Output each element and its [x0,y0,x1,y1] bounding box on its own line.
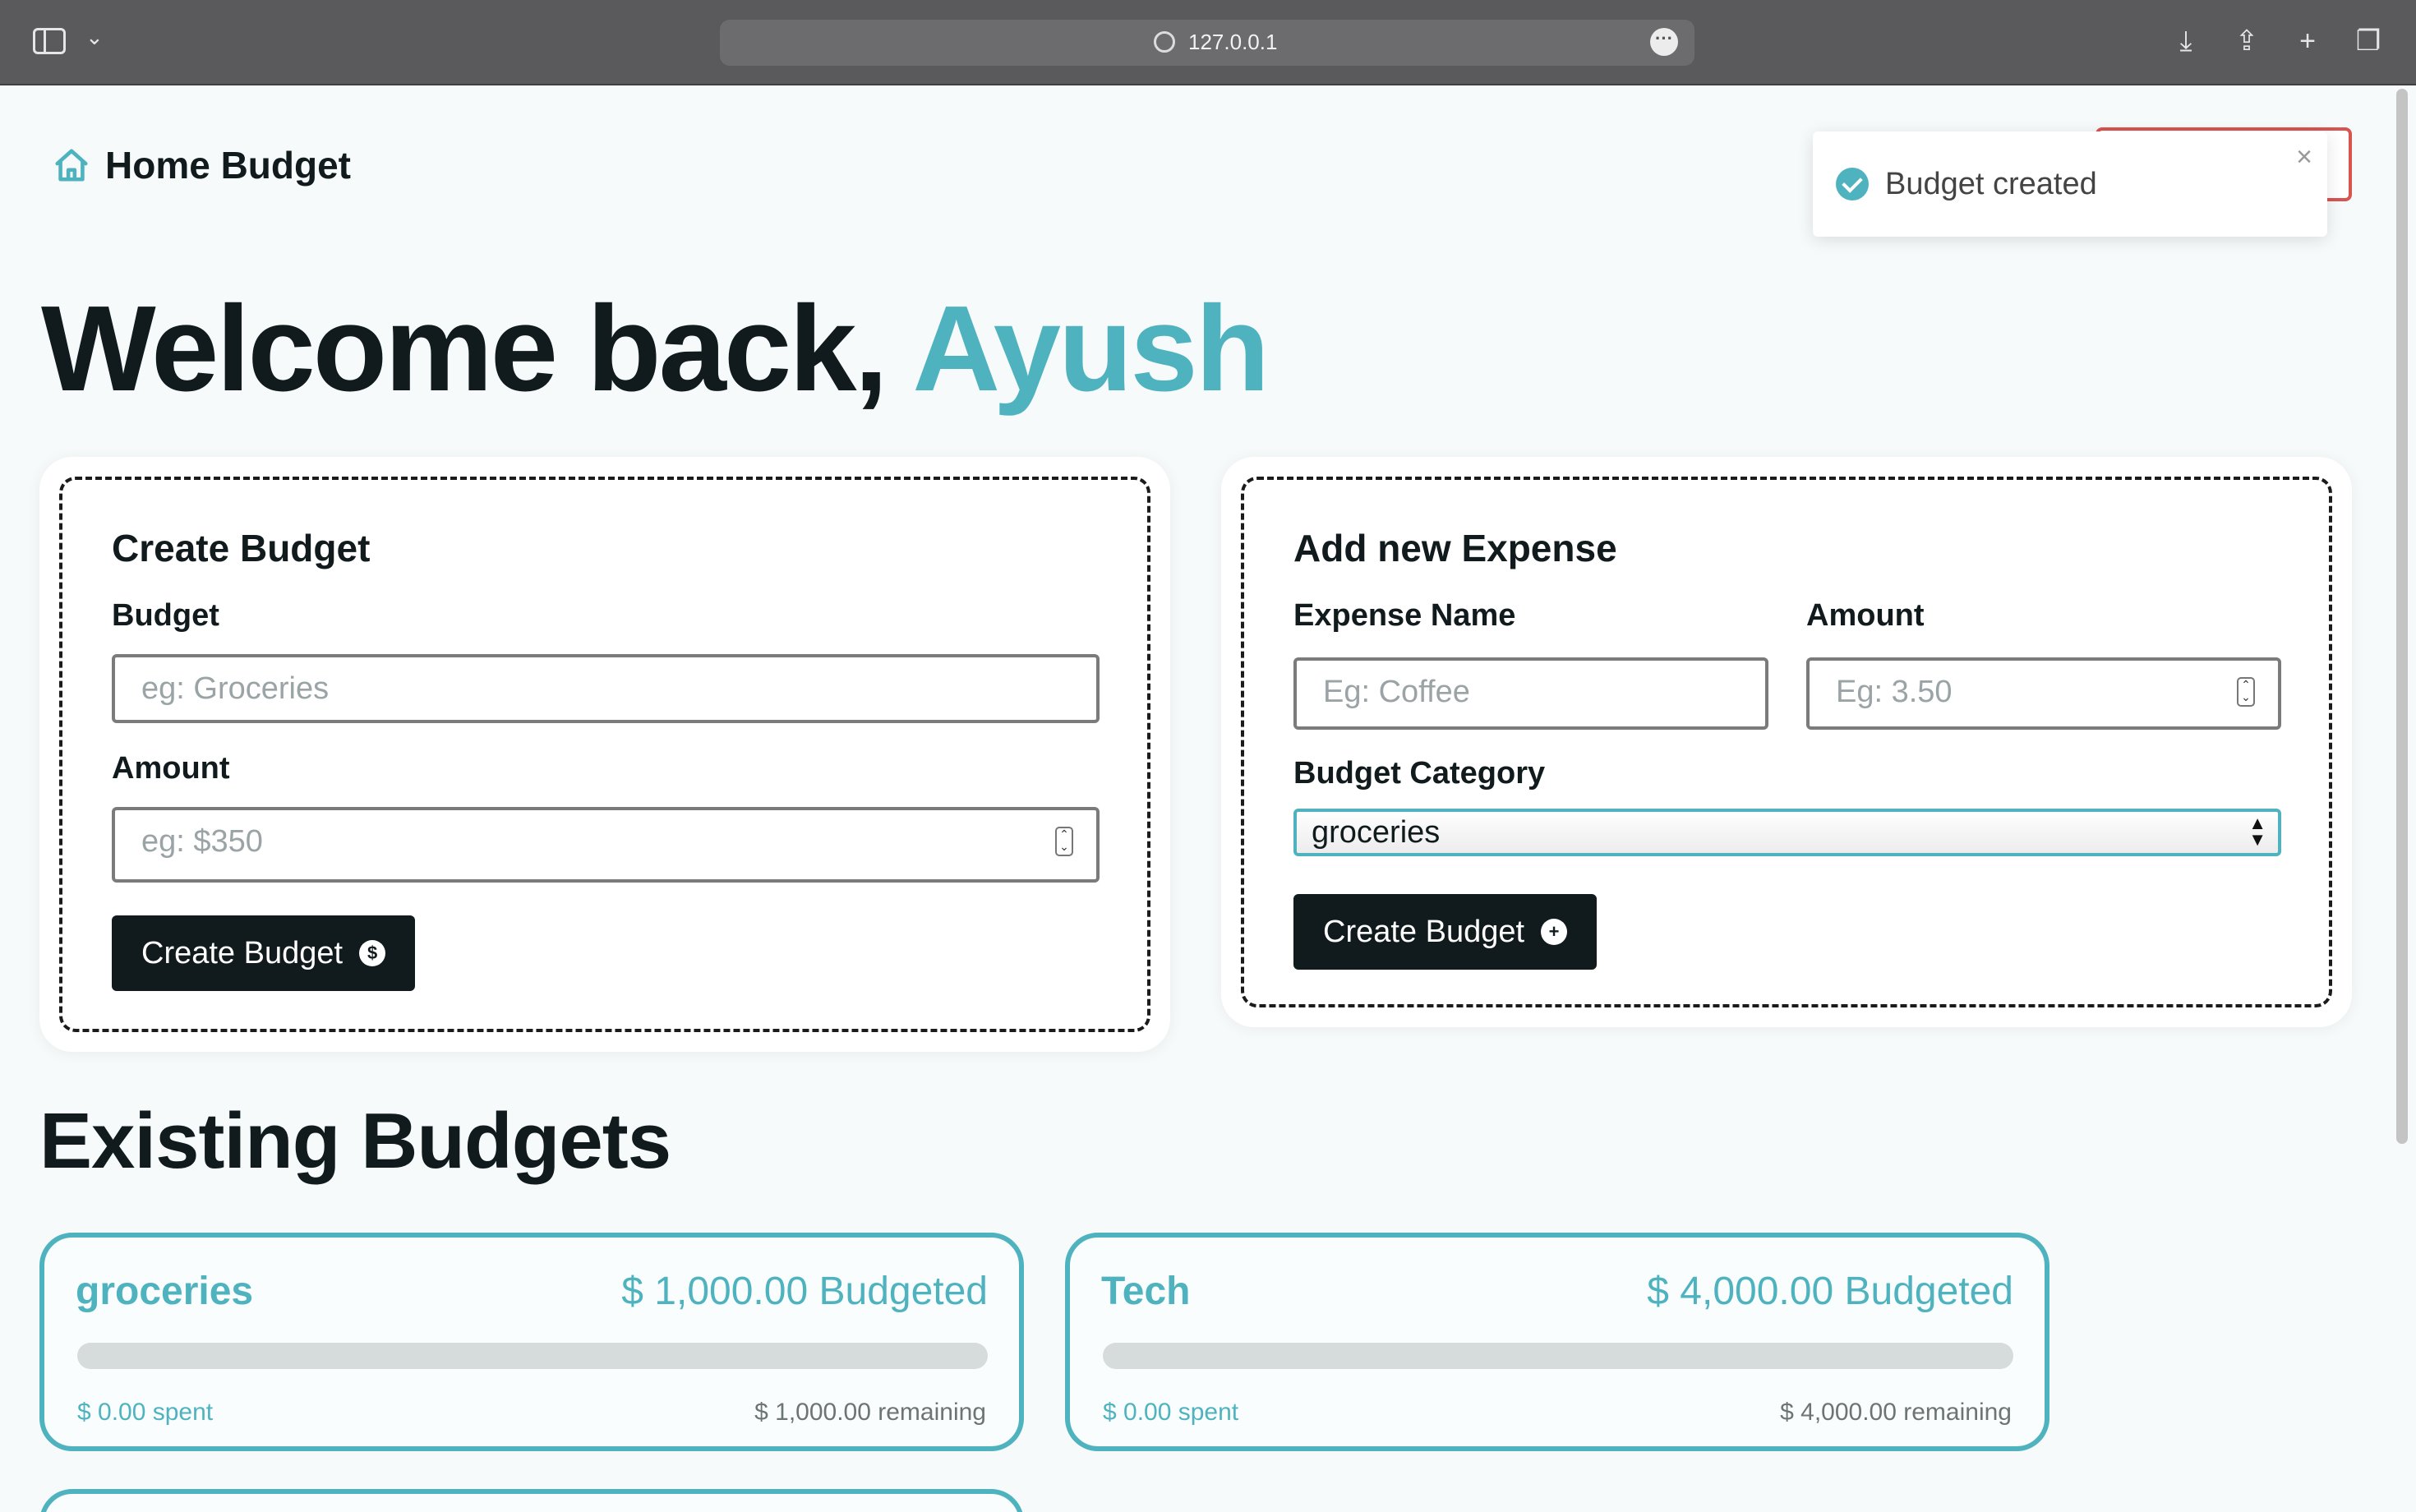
plus-circle-icon: + [1541,919,1568,945]
budget-item-name: Tech [1101,1270,1191,1313]
brand-name: Home Budget [105,144,351,187]
dollar-icon: $ [359,940,386,966]
budget-item-spent: $ 0.00 spent [1103,1399,1239,1426]
globe-icon [1154,31,1175,53]
budget-name-input[interactable]: eg: Groceries [112,654,1100,723]
page-scrollbar[interactable] [2396,89,2408,1144]
budget-category-value: groceries [1312,815,1441,850]
address-url: 127.0.0.1 [1188,30,1278,54]
budget-item-remaining: $ 4,000.00 remaining [1780,1399,2012,1426]
create-budget-title: Create Budget [112,527,371,569]
sidebar-toggle-icon[interactable] [33,28,66,54]
budget-item[interactable]: Tech $ 4,000.00 Budgeted $ 0.00 spent $ … [1065,1233,2049,1451]
home-icon [55,149,88,182]
budget-item[interactable]: groceries $ 1,000.00 Budgeted $ 0.00 spe… [39,1233,1024,1451]
amount-label: Amount [112,751,230,786]
budget-item-name: groceries [76,1270,254,1313]
budget-label: Budget [112,598,219,633]
check-circle-icon [1836,168,1869,201]
browser-toolbar: ⌄ 127.0.0.1 ··· ⤓ ⇪ + ❐ [0,0,2416,85]
add-expense-form: Add new Expense Expense Name Eg: Coffee … [1241,477,2332,1007]
toast-message: Budget created [1885,166,2097,201]
user-name: Ayush [912,281,1270,417]
budget-item-partial[interactable] [39,1489,1024,1512]
budget-category-label: Budget Category [1293,756,1546,791]
share-icon[interactable]: ⇪ [2230,25,2263,58]
brand-link[interactable]: Home Budget [53,143,351,187]
create-budget-form: Create Budget Budget eg: Groceries Amoun… [59,477,1150,1032]
add-expense-card: Add new Expense Expense Name Eg: Coffee … [1221,457,2352,1027]
toast-notification: Budget created × [1813,131,2327,237]
budget-item-amount: $ 1,000.00 Budgeted [621,1270,988,1313]
number-spinner-icon[interactable]: ⌃ ⌄ [2237,677,2255,707]
download-icon[interactable]: ⤓ [2169,25,2202,58]
budget-category-select[interactable]: groceries ▲ ▼ [1293,809,2281,856]
number-spinner-icon[interactable]: ⌃ ⌄ [1055,827,1073,856]
add-expense-button-label: Create Budget [1323,914,1525,949]
budget-item-amount: $ 4,000.00 Budgeted [1647,1270,2013,1313]
tab-overview-icon[interactable]: ❐ [2352,25,2385,58]
more-options-icon[interactable]: ··· [1650,28,1678,56]
add-expense-button[interactable]: Create Budget + [1293,894,1598,970]
expense-name-input[interactable]: Eg: Coffee [1293,657,1768,730]
close-icon[interactable]: × [2296,141,2312,173]
expense-amount-label: Amount [1806,598,1925,633]
welcome-prefix: Welcome back, [41,281,888,417]
expense-name-label: Expense Name [1293,598,1516,633]
new-tab-icon[interactable]: + [2291,25,2324,58]
budget-amount-input[interactable]: eg: $350 ⌃ ⌄ [112,807,1100,883]
budget-progress-bar [77,1343,988,1369]
create-budget-card: Create Budget Budget eg: Groceries Amoun… [39,457,1170,1052]
create-budget-button[interactable]: Create Budget $ [112,915,416,991]
page-title: Welcome back, Ayush [41,279,1270,419]
budget-progress-bar [1103,1343,2013,1369]
budget-item-spent: $ 0.00 spent [77,1399,214,1426]
chevron-down-icon[interactable]: ⌄ [85,25,104,50]
budget-item-remaining: $ 1,000.00 remaining [754,1399,986,1426]
create-budget-button-label: Create Budget [141,935,343,970]
select-arrows-icon: ▲ ▼ [2248,813,2266,850]
add-expense-title: Add new Expense [1293,527,1617,569]
existing-budgets-title: Existing Budgets [39,1097,671,1185]
expense-amount-input[interactable]: Eg: 3.50 ⌃ ⌄ [1806,657,2281,730]
